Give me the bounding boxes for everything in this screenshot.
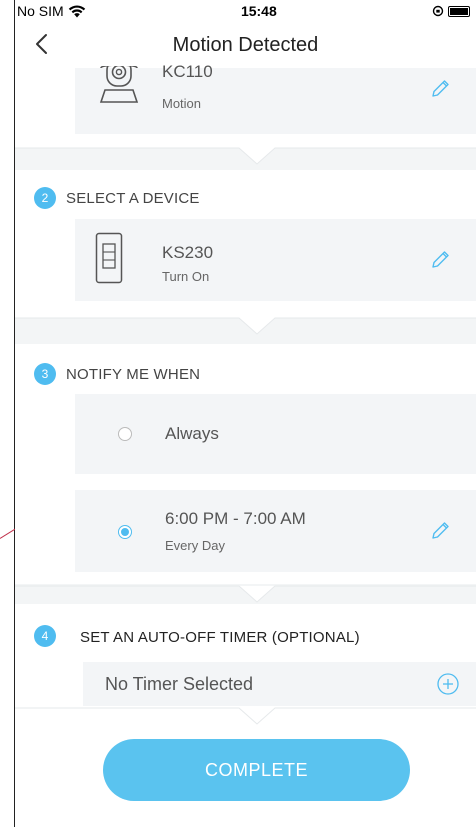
orientation-lock-icon (432, 5, 444, 17)
camera-icon (99, 66, 139, 103)
step-3-label: NOTIFY ME WHEN (66, 366, 201, 383)
option-label: Always (165, 424, 219, 443)
option-label: 6:00 PM - 7:00 AM (165, 509, 306, 528)
switch-icon (95, 232, 123, 284)
flow-down-chevron-icon (15, 585, 476, 603)
status-time: 15:48 (240, 3, 277, 19)
step-2-label: SELECT A DEVICE (66, 190, 200, 207)
trigger-device-card[interactable]: KC110 Motion (75, 62, 476, 134)
radio-always[interactable] (118, 427, 132, 441)
action-device-action: Turn On (162, 269, 210, 284)
status-bar: No SIM 15:48 (15, 0, 476, 22)
edit-pencil-icon[interactable] (429, 249, 451, 271)
auto-off-timer-row[interactable]: No Timer Selected (83, 662, 476, 706)
notify-option-schedule[interactable]: 6:00 PM - 7:00 AM Every Day (75, 490, 476, 572)
notify-option-always[interactable]: Always (75, 394, 476, 474)
page-title: Motion Detected (172, 33, 319, 56)
back-chevron-icon[interactable] (31, 32, 55, 56)
carrier-label: No SIM (17, 3, 64, 19)
status-left: No SIM (17, 3, 86, 19)
wifi-icon (68, 4, 85, 17)
trigger-device-name: KC110 (162, 62, 213, 81)
edit-pencil-icon[interactable] (429, 520, 451, 542)
timer-value: No Timer Selected (105, 674, 254, 694)
option-sublabel: Every Day (165, 538, 225, 553)
edit-pencil-icon[interactable] (429, 78, 451, 100)
app-screen: No SIM 15:48 Motion Detected KC110 Motio… (15, 0, 476, 827)
action-device-name: KS230 (162, 243, 214, 262)
battery-icon (448, 5, 470, 17)
complete-button[interactable]: COMPLETE (103, 739, 410, 801)
add-circle-icon[interactable] (436, 672, 460, 696)
action-device-card[interactable]: KS230 Turn On (75, 219, 476, 301)
flow-down-chevron-icon (15, 147, 476, 165)
step-4-label: SET AN AUTO-OFF TIMER (OPTIONAL) (80, 629, 360, 646)
trigger-device-action: Motion (162, 96, 202, 111)
rule-editor: KC110 Motion 2 SELECT A DEVICE KS230 Tur… (15, 62, 476, 827)
flow-down-chevron-icon (15, 707, 476, 725)
status-right (432, 5, 470, 17)
step-2-badge: 2 (34, 187, 56, 209)
radio-schedule[interactable] (118, 525, 132, 539)
nav-bar: Motion Detected (15, 22, 476, 68)
step-4-badge: 4 (34, 625, 56, 647)
flow-down-chevron-icon (15, 317, 476, 335)
step-3-badge: 3 (34, 363, 56, 385)
